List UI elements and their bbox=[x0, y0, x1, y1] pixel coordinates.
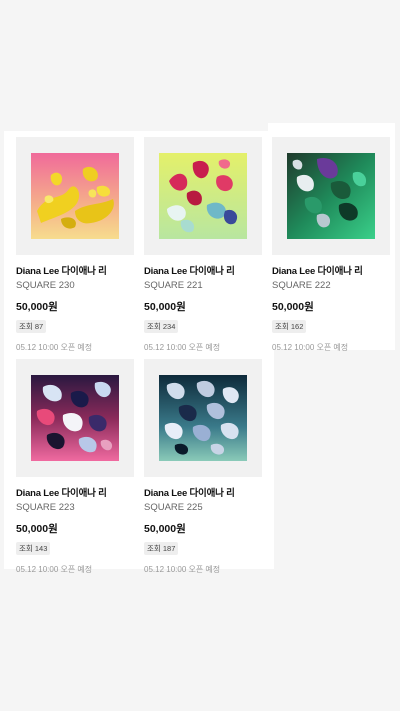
product-card[interactable]: Diana Lee 다이애나 리 SQUARE 221 50,000원 조회 2… bbox=[144, 137, 262, 353]
product-title: SQUARE 223 bbox=[16, 502, 75, 513]
product-thumbnail[interactable] bbox=[144, 359, 262, 477]
artist-name: Diana Lee 다이애나 리 bbox=[16, 488, 107, 499]
view-count-badge: 조회 87 bbox=[16, 320, 47, 333]
product-thumbnail[interactable] bbox=[16, 137, 134, 255]
artist-name: Diana Lee 다이애나 리 bbox=[272, 266, 363, 277]
product-thumbnail[interactable] bbox=[16, 359, 134, 477]
product-price: 50,000원 bbox=[144, 301, 186, 313]
product-card[interactable]: Diana Lee 다이애나 리 SQUARE 230 50,000원 조회 8… bbox=[16, 137, 134, 353]
product-title: SQUARE 230 bbox=[16, 280, 75, 291]
yellow-abstract-art bbox=[31, 153, 119, 239]
open-schedule: 05.12 10:00 오픈 예정 bbox=[16, 343, 93, 352]
lime-petals-art bbox=[159, 153, 247, 239]
product-price: 50,000원 bbox=[144, 523, 186, 535]
pink-navy-art bbox=[31, 375, 119, 461]
artist-name: Diana Lee 다이애나 리 bbox=[144, 266, 235, 277]
view-count-badge: 조회 234 bbox=[144, 320, 179, 333]
open-schedule: 05.12 10:00 오픈 예정 bbox=[144, 343, 221, 352]
green-crystal-art bbox=[287, 153, 375, 239]
view-count-badge: 조회 143 bbox=[16, 542, 51, 555]
product-price: 50,000원 bbox=[272, 301, 314, 313]
view-count-badge: 조회 187 bbox=[144, 542, 179, 555]
view-count-badge: 조회 162 bbox=[272, 320, 307, 333]
product-card[interactable]: Diana Lee 다이애나 리 SQUARE 225 50,000원 조회 1… bbox=[144, 359, 262, 575]
product-price: 50,000원 bbox=[16, 523, 58, 535]
product-card[interactable]: Diana Lee 다이애나 리 SQUARE 223 50,000원 조회 1… bbox=[16, 359, 134, 575]
artist-name: Diana Lee 다이애나 리 bbox=[16, 266, 107, 277]
product-thumbnail[interactable] bbox=[272, 137, 390, 255]
open-schedule: 05.12 10:00 오픈 예정 bbox=[272, 343, 349, 352]
artist-name: Diana Lee 다이애나 리 bbox=[144, 488, 235, 499]
product-price: 50,000원 bbox=[16, 301, 58, 313]
teal-silver-art bbox=[159, 375, 247, 461]
product-card[interactable]: Diana Lee 다이애나 리 SQUARE 222 50,000원 조회 1… bbox=[272, 137, 390, 353]
product-thumbnail[interactable] bbox=[144, 137, 262, 255]
open-schedule: 05.12 10:00 오픈 예정 bbox=[144, 565, 221, 574]
open-schedule: 05.12 10:00 오픈 예정 bbox=[16, 565, 93, 574]
product-title: SQUARE 222 bbox=[272, 280, 331, 291]
product-title: SQUARE 225 bbox=[144, 502, 203, 513]
product-title: SQUARE 221 bbox=[144, 280, 203, 291]
